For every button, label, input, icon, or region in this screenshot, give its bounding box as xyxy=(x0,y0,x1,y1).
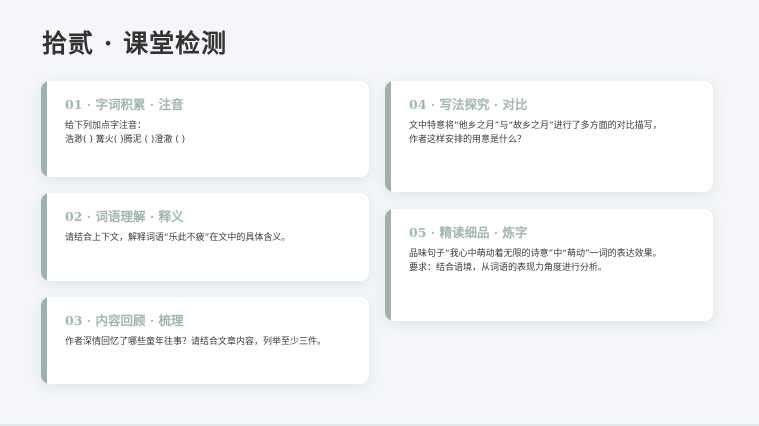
card-body-line: 给下列加点字注音： xyxy=(65,121,147,131)
card-body-line: 文中特意将“他乡之月”与“故乡之月”进行了多方面的对比描写， xyxy=(409,121,662,131)
card-title: 02 · 词语理解 · 释义 xyxy=(65,209,184,224)
card-title: 04 · 写法探究 · 对比 xyxy=(409,97,528,112)
question-card-02: 02 · 词语理解 · 释义 请结合上下文，解释词语“乐此不疲”在文中的具体含义… xyxy=(41,193,369,281)
card-body-line: 请结合上下文，解释词语“乐此不疲”在文中的具体含义。 xyxy=(65,233,291,243)
card-accent-bar xyxy=(41,193,47,281)
question-card-01: 01 · 字词积累 · 注音 给下列加点字注音： 浩渺( ) 篝火( )腾泥 (… xyxy=(41,81,369,177)
card-body: 给下列加点字注音： 浩渺( ) 篝火( )腾泥 ( )澄澈 ( ) xyxy=(65,119,355,147)
card-body: 请结合上下文，解释词语“乐此不疲”在文中的具体含义。 xyxy=(65,231,355,245)
card-body-line: 品味句子“我心中萌动着无限的诗意”中“萌动”一词的表达效果。 xyxy=(409,249,662,259)
card-body-line: 浩渺( ) 篝火( )腾泥 ( )澄澈 ( ) xyxy=(65,135,186,145)
page-title: 拾贰 · 课堂检测 xyxy=(42,29,228,58)
card-title: 03 · 内容回顾 · 梳理 xyxy=(65,313,184,328)
card-accent-bar xyxy=(41,297,47,384)
card-body: 品味句子“我心中萌动着无限的诗意”中“萌动”一词的表达效果。 要求：结合语境，从… xyxy=(409,247,699,275)
card-accent-bar xyxy=(385,81,391,192)
card-body-line: 作者这样安排的用意是什么？ xyxy=(409,135,527,145)
card-title: 05 · 精读细品 · 炼字 xyxy=(409,225,528,240)
card-body: 作者深情回忆了哪些童年往事？请结合文章内容，列举至少三件。 xyxy=(65,335,355,349)
card-title: 01 · 字词积累 · 注音 xyxy=(65,97,184,112)
card-body: 文中特意将“他乡之月”与“故乡之月”进行了多方面的对比描写， 作者这样安排的用意… xyxy=(409,119,699,147)
card-accent-bar xyxy=(385,209,391,321)
card-body-line: 要求：结合语境，从词语的表现力角度进行分析。 xyxy=(409,263,608,273)
question-card-04: 04 · 写法探究 · 对比 文中特意将“他乡之月”与“故乡之月”进行了多方面的… xyxy=(385,81,713,192)
card-body-line: 作者深情回忆了哪些童年往事？请结合文章内容，列举至少三件。 xyxy=(65,337,327,347)
question-card-03: 03 · 内容回顾 · 梳理 作者深情回忆了哪些童年往事？请结合文章内容，列举至… xyxy=(41,297,369,384)
question-card-05: 05 · 精读细品 · 炼字 品味句子“我心中萌动着无限的诗意”中“萌动”一词的… xyxy=(385,209,713,321)
card-accent-bar xyxy=(41,81,47,177)
